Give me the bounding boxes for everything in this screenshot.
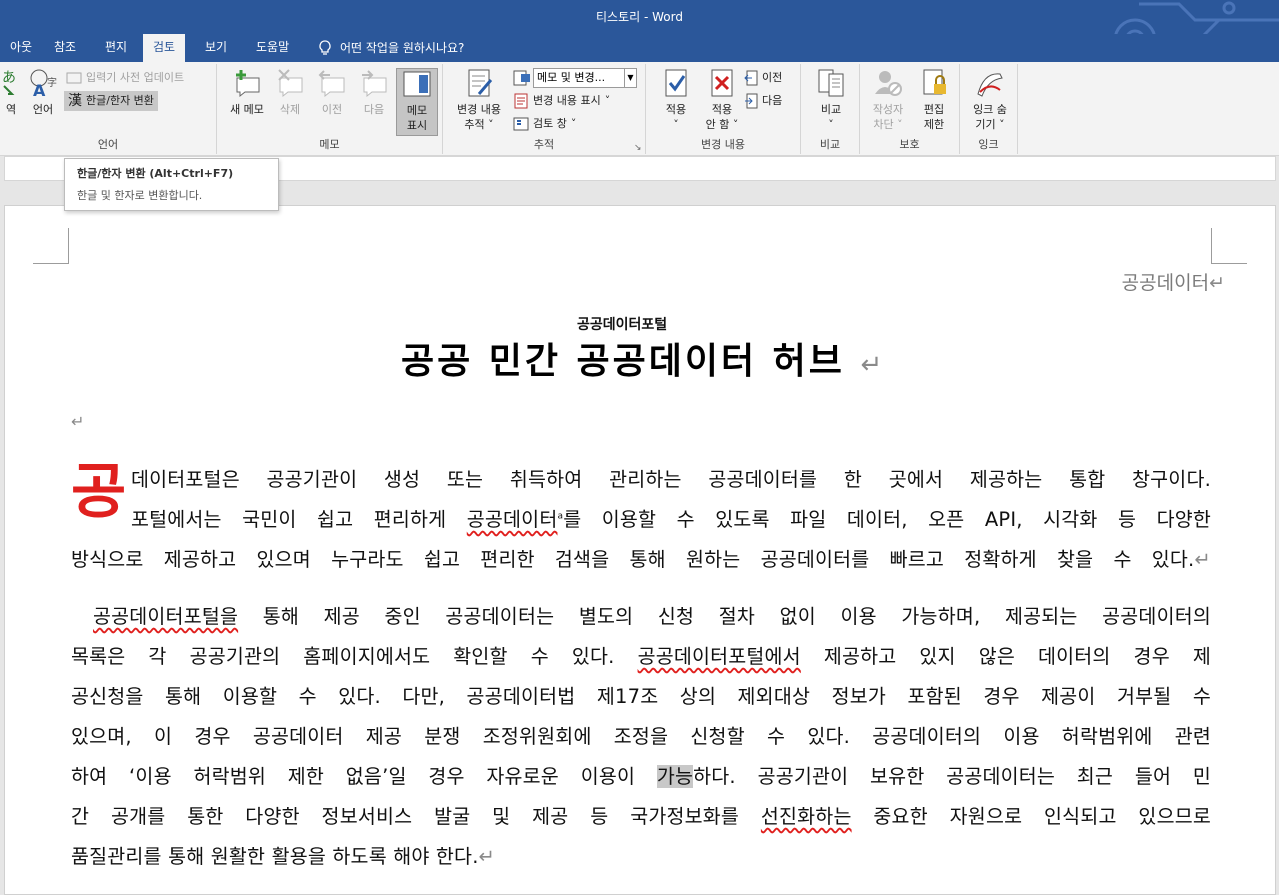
title-bar: 티스토리 - Word [0,0,1279,62]
paragraph-line: 방식으로 제공하고 있으며 누구라도 쉽고 편리한 검색을 통해 원하는 공공데… [71,548,1211,571]
track-changes-button[interactable]: 변경 내용 추적 ˅ [451,68,507,132]
tracking-group-label: 추적 [533,138,555,151]
margin-corner-mark [33,228,69,264]
accept-button[interactable]: 적용 ˅ [654,68,698,132]
changes-group: 적용 ˅ 적용 안 함 ˅ 이전 다음 변경 내용 [646,64,801,154]
previous-change-icon [744,70,758,86]
paragraph-line: 하여 ‘이용 허락범위 제한 없음’일 경우 자유로운 이용이 가능하다. 공공… [71,765,1211,788]
language-group-label: 언어 [97,138,119,151]
ime-update-button[interactable]: 입력기 사전 업데이트 [66,68,184,88]
svg-text:あ: あ [2,70,16,86]
next-change-button[interactable]: 다음 [744,91,782,111]
compare-icon [818,69,844,97]
previous-change-button[interactable]: 이전 [744,68,782,88]
review-pane-icon [513,117,529,131]
hide-ink-icon [977,73,1003,97]
window-title: 티스토리 - Word [596,10,683,24]
paragraph-line: 있으며, 이 경우 공공데이터 제공 분쟁 조정위원회에 조정을 신청할 수 있… [71,725,1211,748]
tooltip-title: 한글/한자 변환 (Alt+Ctrl+F7) [77,167,234,180]
restrict-editing-button[interactable]: 편집 제한 [912,68,956,132]
changes-group-label: 변경 내용 [701,138,745,151]
lightbulb-icon [319,40,331,55]
next-comment-button[interactable]: 다음 [355,68,393,117]
ink-group: 잉크 숨 기기 ˅ 잉크 [960,64,1018,154]
hide-ink-button[interactable]: 잉크 숨 기기 ˅ [966,68,1014,132]
comments-group-label: 메모 [319,138,340,151]
tell-me-box[interactable]: 어떤 작업을 원하시나요? [318,34,464,62]
ruby-text: 공공데이터포털 [577,317,668,333]
language-button[interactable]: A字 언어 [26,68,60,117]
compare-button[interactable]: 비교 ˅ [809,68,853,132]
reject-button[interactable]: 적용 안 함 ˅ [700,68,744,132]
paragraph-line: 목록은 각 공공기관의 홈페이지에서도 확인할 수 있다. 공공데이터포털에서 … [71,645,1211,668]
paragraph-line: 공공데이터포털을 통해 제공 중인 공공데이터는 별도의 신청 절차 없이 이용… [93,605,1211,628]
markup-icon [513,70,530,86]
reject-icon [711,69,733,97]
tracking-group: 변경 내용 추적 ˅ 메모 및 변경... ▼ 변경 내용 표시 ˅ 검토 창 … [443,64,646,154]
ribbon-tabs: 아웃 참조 편지 검토 보기 도움말 어떤 작업을 원하시나요? [0,34,1279,62]
ink-group-label: 잉크 [978,138,999,151]
paragraph-line: 포털에서는 국민이 쉽고 편리하게 공공데이터a를 이용할 수 있도록 파일 데… [131,508,1212,531]
compare-group-label: 비교 [819,138,841,151]
comments-group: 새 메모 삭제 이전 다음 메모 표시 메모 [217,64,443,154]
paragraph-line: 데이터포털은 공공기관이 생성 또는 취득하여 관리하는 공공데이터를 한 곳에… [131,468,1211,491]
paragraph-line: 품질관리를 통해 원활한 활용을 하도록 해야 한다.↵ [71,845,496,868]
paragraph-mark: ↵ [71,412,85,431]
document-page[interactable]: 공공데이터↵ 공공데이터포털 공공 민간 공공데이터 허브 ↵ ↵ 공 데이터포… [4,205,1276,895]
markup-dropdown[interactable]: 메모 및 변경... ▼ [533,68,637,88]
accept-icon [665,69,687,97]
translate-button[interactable]: あ 역 [0,68,22,117]
block-authors-button[interactable]: 작성자 차단 ˅ [866,68,910,132]
hanja-icon: 漢 [68,93,82,109]
show-comments-icon [403,71,431,97]
language-group: あ 역 A字 언어 입력기 사전 업데이트 漢 한글/한자 변환 언어 [0,64,217,154]
delete-comment-button[interactable]: 삭제 [271,68,309,117]
tab-references[interactable]: 참조 [44,34,86,62]
language-icon: A字 [30,69,57,98]
tooltip-description: 한글 및 한자로 변환합니다. [77,189,203,202]
ribbon: あ 역 A字 언어 입력기 사전 업데이트 漢 한글/한자 변환 언어 새 메모… [0,62,1279,156]
margin-corner-mark [1211,228,1247,264]
previous-comment-icon [318,70,345,98]
paragraph-line: 간 공개를 통한 다양한 정보서비스 발굴 및 제공 등 국가정보화를 선진화하… [71,805,1211,828]
paragraph-line: 공신청을 통해 이용할 수 있다. 다만, 공공데이터법 제17조 상의 제외대… [71,685,1211,708]
dialog-launcher-icon[interactable]: ↘ [634,143,642,153]
delete-comment-icon [278,69,303,98]
previous-comment-button[interactable]: 이전 [313,68,351,117]
tab-view[interactable]: 보기 [195,34,237,62]
compare-group: 비교 ˅ 비교 [801,64,860,154]
drop-cap: 공 [71,457,127,527]
protect-group-label: 보호 [899,138,920,151]
restrict-editing-icon [923,69,946,95]
selected-text: 가능 [656,765,694,788]
tab-mailings[interactable]: 편지 [95,34,137,62]
svg-text:字: 字 [47,76,57,89]
translate-icon: あ [2,70,16,95]
next-comment-icon [362,70,387,98]
show-comments-button[interactable]: 메모 표시 [396,68,438,136]
show-markup-icon [514,93,528,109]
chevron-down-icon: ▼ [624,69,636,87]
new-comment-icon [236,70,260,98]
tab-review[interactable]: 검토 [143,34,186,62]
dictionary-icon [66,72,82,84]
new-comment-button[interactable]: 새 메모 [225,68,269,117]
show-markup-button[interactable]: 변경 내용 표시 ˅ [513,91,610,111]
next-change-icon [745,93,758,109]
tab-help[interactable]: 도움말 [246,34,299,62]
review-pane-button[interactable]: 검토 창 ˅ [513,114,576,134]
page-header[interactable]: 공공데이터↵ [1122,268,1225,295]
hanja-convert-button[interactable]: 漢 한글/한자 변환 [64,91,158,111]
tooltip: 한글/한자 변환 (Alt+Ctrl+F7) 한글 및 한자로 변환합니다. [64,158,279,211]
document-title[interactable]: 공공 민간 공공데이터 허브 ↵ [401,332,885,384]
block-authors-icon [875,71,902,96]
track-changes-icon [468,69,493,97]
tell-me-text: 어떤 작업을 원하시나요? [340,40,465,55]
protect-group: 작성자 차단 ˅ 편집 제한 보호 [860,64,960,154]
tab-layout[interactable]: 아웃 [0,34,42,62]
svg-text:A: A [33,81,46,98]
